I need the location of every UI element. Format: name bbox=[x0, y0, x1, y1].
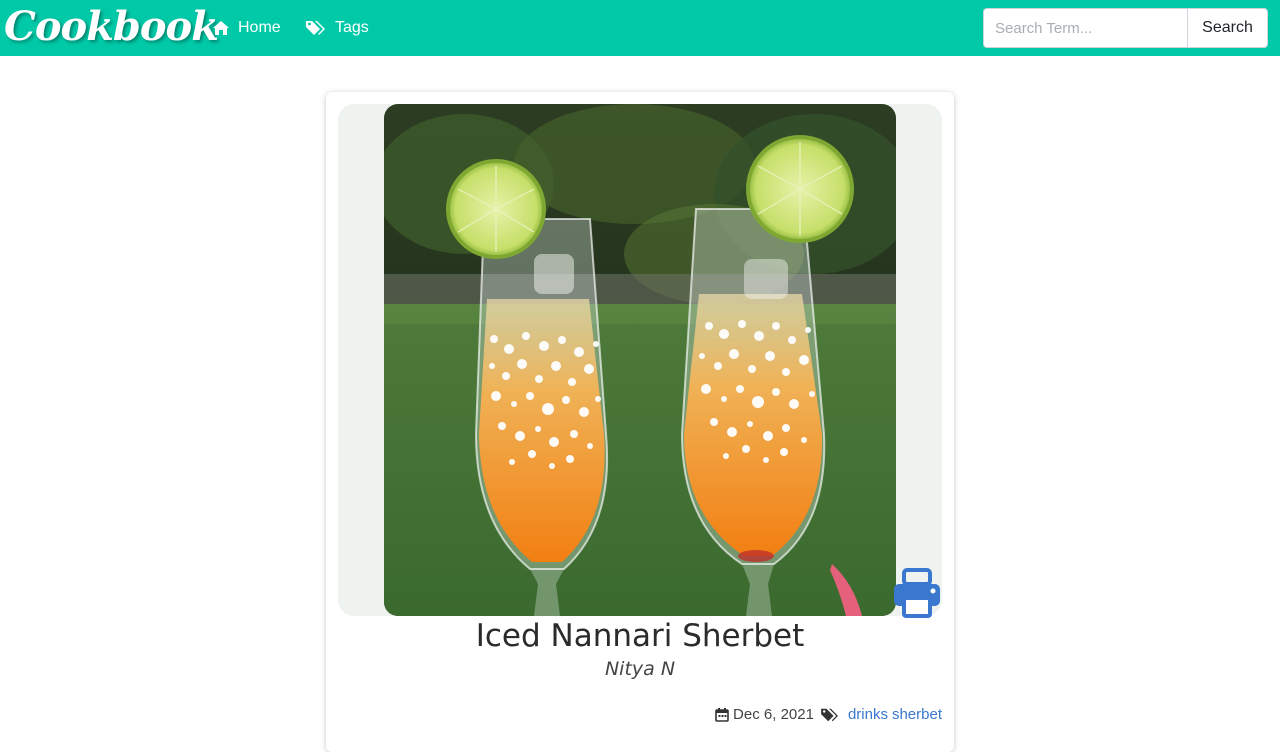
tags-icon bbox=[821, 708, 838, 721]
tags-icon bbox=[306, 21, 325, 35]
nav-home-label: Home bbox=[238, 19, 281, 36]
recipe-date: Dec 6, 2021 bbox=[733, 706, 814, 723]
recipe-card: Iced Nannari Sherbet Nitya N Dec 6, 2021… bbox=[326, 92, 954, 752]
print-icon bbox=[894, 568, 940, 618]
nav-tags-label: Tags bbox=[335, 19, 369, 36]
navbar: Cookbook Home Tags Search bbox=[0, 0, 1280, 56]
recipe-meta: Dec 6, 2021 drinks sherbet bbox=[715, 706, 942, 723]
tag-link-sherbet[interactable]: sherbet bbox=[892, 706, 942, 723]
nav-home-link[interactable]: Home bbox=[212, 0, 281, 56]
nav-tags-link[interactable]: Tags bbox=[305, 0, 369, 56]
home-icon bbox=[213, 21, 229, 35]
tag-link-drinks[interactable]: drinks bbox=[848, 706, 888, 723]
image-frame bbox=[338, 104, 942, 616]
recipe-title: Iced Nannari Sherbet bbox=[475, 618, 805, 654]
recipe-photo bbox=[384, 104, 896, 616]
brand-logo[interactable]: Cookbook bbox=[4, 2, 219, 52]
recipe-author: Nitya N bbox=[604, 658, 676, 680]
search-input[interactable] bbox=[983, 8, 1188, 48]
print-button[interactable] bbox=[892, 568, 942, 618]
search-button[interactable]: Search bbox=[1187, 8, 1268, 48]
